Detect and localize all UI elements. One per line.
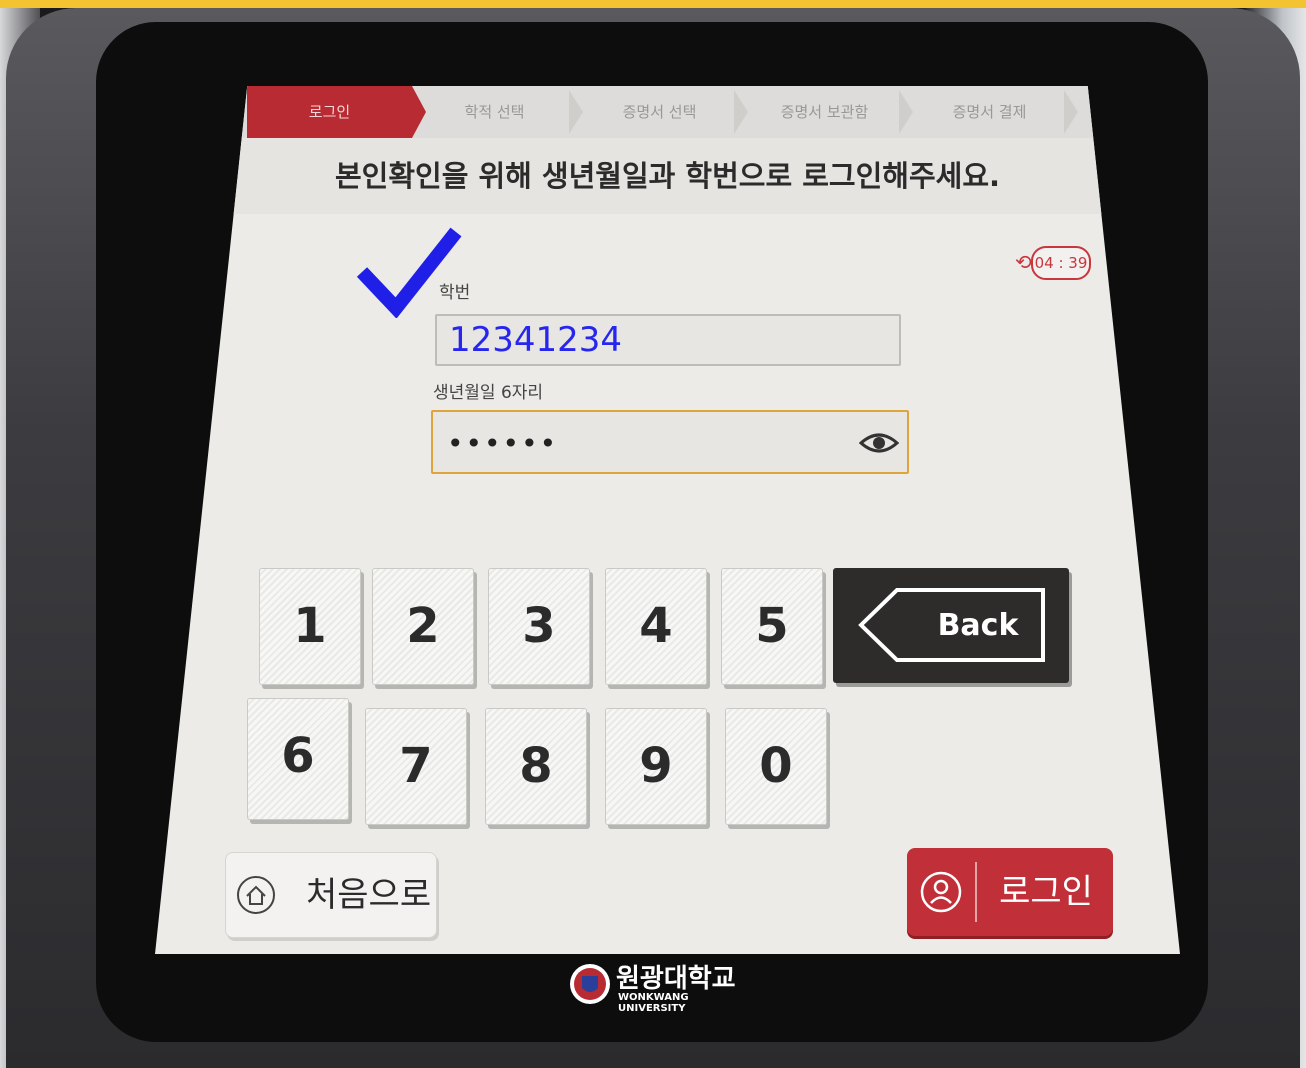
keypad-key-6[interactable]: 6 bbox=[247, 698, 349, 820]
home-button-label: 처음으로 bbox=[306, 875, 432, 915]
top-yellow-band bbox=[0, 0, 1306, 8]
kiosk-screen: 로그인 학적 선택 증명서 선택 증명서 보관함 증명서 결제 본인확인을 위해… bbox=[155, 86, 1180, 954]
birthdate-label: 생년월일 6자리 bbox=[433, 383, 544, 403]
keypad-key-0[interactable]: 0 bbox=[725, 708, 827, 825]
university-name-english: WONKWANG UNIVERSITY bbox=[618, 992, 689, 1014]
home-button[interactable]: 처음으로 bbox=[225, 852, 437, 938]
login-button-label: 로그인 bbox=[999, 872, 1093, 912]
step-certificate-storage: 증명서 보관함 bbox=[742, 86, 913, 138]
keypad-key-1[interactable]: 1 bbox=[259, 568, 361, 685]
session-timer: 04 : 39 bbox=[1031, 246, 1091, 280]
step-login: 로그인 bbox=[247, 86, 426, 138]
checkmark-icon bbox=[356, 227, 462, 318]
university-seal-icon bbox=[570, 964, 610, 1004]
home-icon bbox=[237, 876, 275, 914]
keypad-key-8[interactable]: 8 bbox=[485, 708, 587, 825]
backspace-label: Back bbox=[937, 608, 1019, 643]
student-id-value: 12341234 bbox=[449, 320, 623, 360]
step-progress-bar: 로그인 학적 선택 증명서 선택 증명서 보관함 증명서 결제 bbox=[155, 86, 1180, 138]
backspace-button[interactable]: Back bbox=[833, 568, 1069, 683]
birthdate-password-field[interactable]: •••••• bbox=[431, 410, 909, 474]
login-divider bbox=[975, 862, 977, 922]
step-certificate-payment: 증명서 결제 bbox=[907, 86, 1078, 138]
keypad-key-3[interactable]: 3 bbox=[488, 568, 590, 685]
student-id-field[interactable]: 12341234 bbox=[435, 314, 901, 366]
timer-icon: ⟲ bbox=[1015, 250, 1032, 274]
birthdate-masked-value: •••••• bbox=[447, 427, 559, 460]
step-academic-record: 학적 선택 bbox=[412, 86, 583, 138]
keypad-key-7[interactable]: 7 bbox=[365, 708, 467, 825]
keypad-key-9[interactable]: 9 bbox=[605, 708, 707, 825]
keypad-key-2[interactable]: 2 bbox=[372, 568, 474, 685]
university-name: 원광대학교 bbox=[616, 964, 736, 994]
user-icon bbox=[920, 871, 962, 913]
eye-icon[interactable] bbox=[859, 429, 899, 457]
login-button[interactable]: 로그인 bbox=[907, 848, 1113, 936]
university-logo: 원광대학교 WONKWANG UNIVERSITY bbox=[568, 958, 758, 1014]
keypad-key-5[interactable]: 5 bbox=[721, 568, 823, 685]
step-certificate-select: 증명서 선택 bbox=[577, 86, 748, 138]
keypad-key-4[interactable]: 4 bbox=[605, 568, 707, 685]
instruction-heading: 본인확인을 위해 생년월일과 학번으로 로그인해주세요. bbox=[155, 138, 1180, 214]
